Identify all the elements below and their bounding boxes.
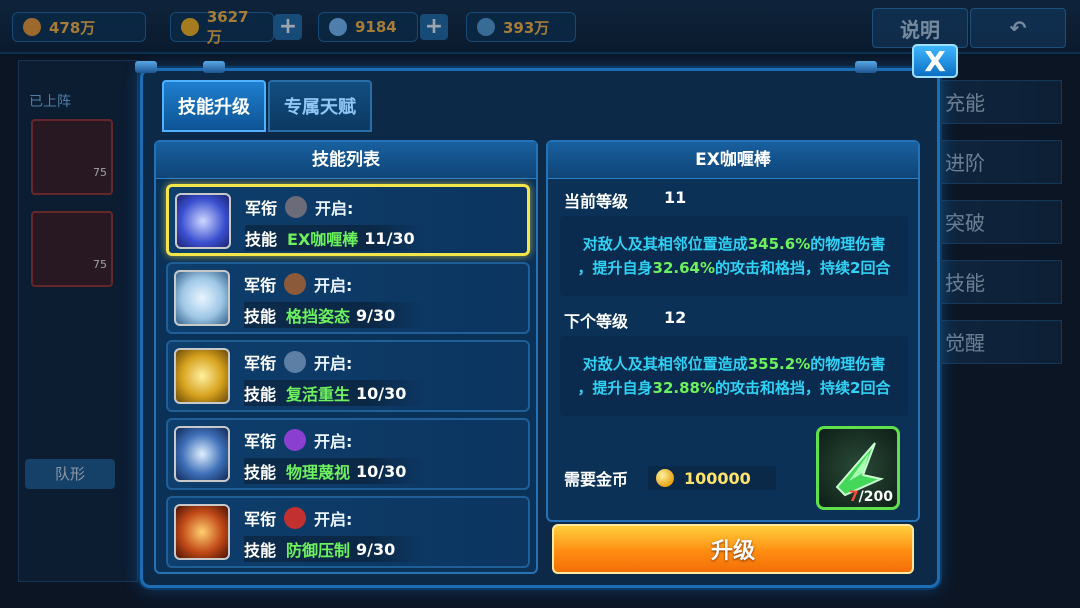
flame-icon <box>23 18 41 36</box>
rank-row: 军衔 开启: <box>244 506 352 530</box>
hero-options-panel: 充能 进阶 突破 技能 觉醒 <box>936 80 1062 480</box>
next-level-row: 下个等级 12 <box>564 308 687 331</box>
option-advance[interactable]: 进阶 <box>936 140 1062 184</box>
option-breakthrough[interactable]: 突破 <box>936 200 1062 244</box>
skill-info-row: 技能 防御压制 9/30 <box>244 536 424 562</box>
sword-icon <box>175 193 231 249</box>
rank-badge-icon <box>284 273 307 295</box>
tab-exclusive-talent[interactable]: 专属天赋 <box>268 80 372 132</box>
formation-button[interactable]: 队形 <box>25 459 115 489</box>
rank-row: 军衔 开启: <box>245 195 353 219</box>
rank-badge-icon <box>285 196 308 218</box>
skill-item-block-stance[interactable]: 军衔 开启: 技能 格挡姿态 9/30 <box>166 262 530 334</box>
diamond-display: 9184 <box>318 12 418 42</box>
diamond-icon <box>329 18 347 36</box>
gold-coin-icon <box>656 469 674 487</box>
skill-item-defense-suppress[interactable]: 军衔 开启: 技能 防御压制 9/30 <box>166 496 530 568</box>
tab-skill-upgrade[interactable]: 技能升级 <box>162 80 266 132</box>
rank-row: 军衔 开启: <box>244 272 352 296</box>
revive-icon <box>174 348 230 404</box>
skill-info-row: 技能 复活重生 10/30 <box>244 380 424 406</box>
chain-icon <box>174 504 230 560</box>
upgrade-material-item[interactable]: 7/200 <box>816 426 900 510</box>
upgrade-button[interactable]: 升级 <box>552 524 914 574</box>
frame-rivet <box>203 61 225 73</box>
hero-card-1[interactable]: 75 <box>31 119 113 195</box>
skill-list-panel: 技能列表 军衔 开启: 技能 EX咖喱棒 11/30 军衔 开启: 技能 格挡姿… <box>154 140 538 574</box>
skill-item-ex-curry-stick[interactable]: 军衔 开启: 技能 EX咖喱棒 11/30 <box>166 184 530 256</box>
skill-list-title: 技能列表 <box>156 142 536 179</box>
resource-4-display: 393万 <box>466 12 576 42</box>
skill-info-row: 技能 物理蔑视 10/30 <box>244 458 424 484</box>
frame-rivet <box>135 61 157 73</box>
gold-coin-icon <box>181 18 199 36</box>
back-arrow-icon: ↶ <box>1009 16 1027 40</box>
lineup-panel: 已上阵 75 75 队形 <box>18 60 138 582</box>
stamina-icon <box>477 18 495 36</box>
resource-1-display: 478万 <box>12 12 146 42</box>
gold-cost-value: 100000 <box>648 466 776 490</box>
lineup-header: 已上阵 <box>29 94 71 110</box>
close-button[interactable]: X <box>912 44 958 78</box>
next-level-description: 对敌人及其相邻位置造成355.2%的物理伤害 ，提升自身32.88%的攻击和格挡… <box>560 336 908 416</box>
current-level-description: 对敌人及其相邻位置造成345.6%的物理伤害 ，提升自身32.64%的攻击和格挡… <box>560 216 908 296</box>
rank-badge-icon <box>284 507 307 529</box>
option-recharge[interactable]: 充能 <box>936 80 1062 124</box>
help-button[interactable]: 说明 <box>872 8 968 48</box>
skill-detail-title: EX咖喱棒 <box>548 142 918 179</box>
add-gold-button[interactable]: + <box>274 14 302 40</box>
rank-badge-icon <box>284 429 307 451</box>
skill-info-row: 技能 格挡姿态 9/30 <box>244 302 424 328</box>
hero-card-2[interactable]: 75 <box>31 211 113 287</box>
option-skill[interactable]: 技能 <box>936 260 1062 304</box>
rank-row: 军衔 开启: <box>244 350 352 374</box>
rank-row: 军衔 开启: <box>244 428 352 452</box>
material-count: 7/200 <box>848 489 893 505</box>
current-level-row: 当前等级 11 <box>564 188 687 211</box>
skill-info-row: 技能 EX咖喱棒 11/30 <box>245 225 425 251</box>
add-diamond-button[interactable]: + <box>420 14 448 40</box>
shield-stance-icon <box>174 270 230 326</box>
option-awaken[interactable]: 觉醒 <box>936 320 1062 364</box>
skill-item-physical-disdain[interactable]: 军衔 开启: 技能 物理蔑视 10/30 <box>166 418 530 490</box>
gold-cost-row: 需要金币 100000 <box>564 466 776 490</box>
back-button[interactable]: ↶ <box>970 8 1066 48</box>
lightning-icon <box>174 426 230 482</box>
frame-rivet <box>855 61 877 73</box>
skill-item-revive[interactable]: 军衔 开启: 技能 复活重生 10/30 <box>166 340 530 412</box>
rank-badge-icon <box>284 351 307 373</box>
close-icon: X <box>924 44 946 78</box>
gold-display: 3627万 <box>170 8 274 46</box>
